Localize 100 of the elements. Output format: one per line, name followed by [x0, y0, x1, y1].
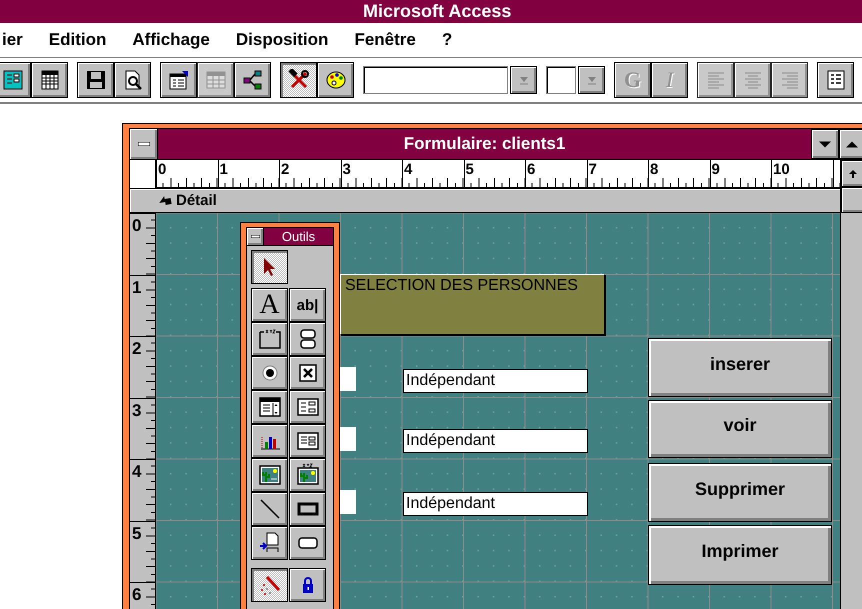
command-button[interactable]: voir — [648, 400, 832, 458]
menu-item[interactable]: Affichage — [132, 30, 210, 50]
checkbox-tool[interactable] — [289, 356, 326, 390]
page-break-tool[interactable] — [251, 526, 288, 560]
pointer-tool[interactable] — [251, 250, 288, 284]
chart-tool[interactable] — [251, 424, 288, 458]
diagram-button[interactable] — [234, 62, 271, 98]
properties-button[interactable] — [160, 62, 197, 98]
check-control[interactable] — [340, 490, 356, 514]
text-field[interactable]: Indépendant — [403, 429, 588, 453]
check-control[interactable] — [340, 427, 356, 451]
command-button[interactable]: Imprimer — [648, 525, 832, 585]
up-arrow-icon — [848, 168, 858, 178]
ruler-number: 0 — [132, 217, 142, 234]
vertical-scrollbar[interactable] — [840, 160, 862, 609]
ruler-number: 4 — [404, 162, 412, 177]
ruler-number: 4 — [132, 463, 142, 480]
up-triangle-icon — [846, 140, 858, 148]
combo-field[interactable] — [363, 66, 508, 94]
datasheet-icon — [38, 69, 60, 91]
list-icon — [824, 69, 846, 91]
form-label[interactable]: SELECTION DES PERSONNES — [340, 274, 605, 335]
palette-icon — [324, 69, 346, 91]
dropdown-arrow-icon — [518, 74, 528, 86]
text-field[interactable]: Indépendant — [403, 369, 588, 393]
command-button-tool[interactable] — [289, 526, 326, 560]
combo-field[interactable] — [546, 66, 576, 94]
ruler-number: 9 — [712, 162, 720, 177]
ruler-number: 7 — [588, 162, 597, 177]
subform-tool[interactable] — [289, 424, 326, 458]
text-box-tool[interactable]: ab| — [289, 288, 326, 322]
system-menu-button[interactable] — [130, 129, 158, 159]
command-button[interactable]: Supprimer — [648, 463, 832, 522]
toolbox-button[interactable] — [280, 62, 317, 98]
ruler-number: 5 — [132, 524, 142, 542]
ruler-number: 1 — [132, 278, 142, 296]
menu-item[interactable]: Fenêtre — [354, 30, 416, 50]
minimize-button[interactable] — [811, 129, 839, 159]
line-tool[interactable] — [251, 492, 288, 526]
window-title: Microsoft Access — [363, 1, 512, 22]
ruler-number: 8 — [650, 162, 658, 177]
option-group-icon — [256, 327, 282, 351]
list-button[interactable] — [817, 62, 854, 98]
ruler-number: 3 — [132, 402, 142, 418]
label-tool[interactable]: A — [251, 288, 288, 322]
diagram-icon — [242, 69, 264, 91]
ruler-number: 0 — [158, 162, 166, 177]
ruler-number: 3 — [342, 162, 351, 177]
section-bar[interactable]: Détail — [130, 189, 840, 213]
combo-tool[interactable] — [251, 390, 288, 424]
save-button[interactable] — [77, 62, 114, 98]
arrow-icon — [158, 194, 172, 206]
form-icon — [2, 69, 24, 91]
dropdown-button[interactable] — [578, 66, 605, 94]
ruler-number: 1 — [220, 162, 228, 177]
image-frame-icon — [256, 463, 282, 487]
form-view-button[interactable] — [0, 62, 31, 98]
check-control[interactable] — [340, 367, 356, 391]
text-field[interactable]: Indépendant — [403, 492, 588, 516]
bound-image-frame-icon — [294, 463, 320, 487]
datasheet-button[interactable] — [31, 62, 68, 98]
print-preview-button[interactable] — [114, 62, 151, 98]
ruler-number: 10 — [773, 162, 790, 177]
hammer-wrench-icon — [288, 69, 310, 91]
minus-icon — [250, 235, 260, 238]
ruler-number: 2 — [281, 162, 290, 177]
down-triangle-icon — [819, 140, 831, 148]
menu-item[interactable]: Disposition — [236, 30, 328, 50]
form-title: Formulaire: clients1 — [404, 134, 566, 154]
dropdown-arrow-icon — [586, 74, 596, 86]
ruler-number: 2 — [132, 340, 142, 357]
maximize-button[interactable] — [839, 129, 862, 159]
ruler-number: 5 — [466, 162, 474, 177]
combo-box-icon — [256, 395, 282, 419]
lock-tool[interactable] — [289, 568, 326, 602]
properties-icon — [168, 69, 190, 91]
option-group-tool[interactable] — [251, 322, 288, 356]
system-menu-button[interactable] — [247, 228, 264, 245]
section-title: Détail — [176, 192, 217, 209]
menu-item[interactable]: Edition — [48, 30, 106, 50]
palette-button[interactable] — [317, 62, 354, 98]
pointer-icon — [264, 258, 276, 276]
scroll-thumb[interactable] — [841, 187, 862, 213]
radio-tool[interactable] — [251, 356, 288, 390]
dropdown-button[interactable] — [510, 66, 537, 94]
minus-icon — [138, 142, 150, 146]
ruler-number: 6 — [527, 162, 536, 177]
listbox-tool[interactable] — [289, 390, 326, 424]
menu-item[interactable]: ier — [2, 30, 23, 50]
field-list-icon — [204, 69, 226, 91]
object-frame-tool[interactable] — [251, 458, 288, 492]
ruler-number: 6 — [132, 586, 142, 603]
rectangle-tool[interactable] — [289, 492, 326, 526]
wizard-tool[interactable] — [251, 568, 288, 602]
menu-item[interactable]: ? — [442, 30, 452, 50]
bound-frame-tool[interactable] — [289, 458, 326, 492]
command-button[interactable]: inserer — [648, 338, 832, 397]
scroll-up-button[interactable] — [841, 160, 862, 187]
toolbox-title: Outils — [282, 229, 316, 244]
toggle-tool[interactable] — [289, 322, 326, 356]
